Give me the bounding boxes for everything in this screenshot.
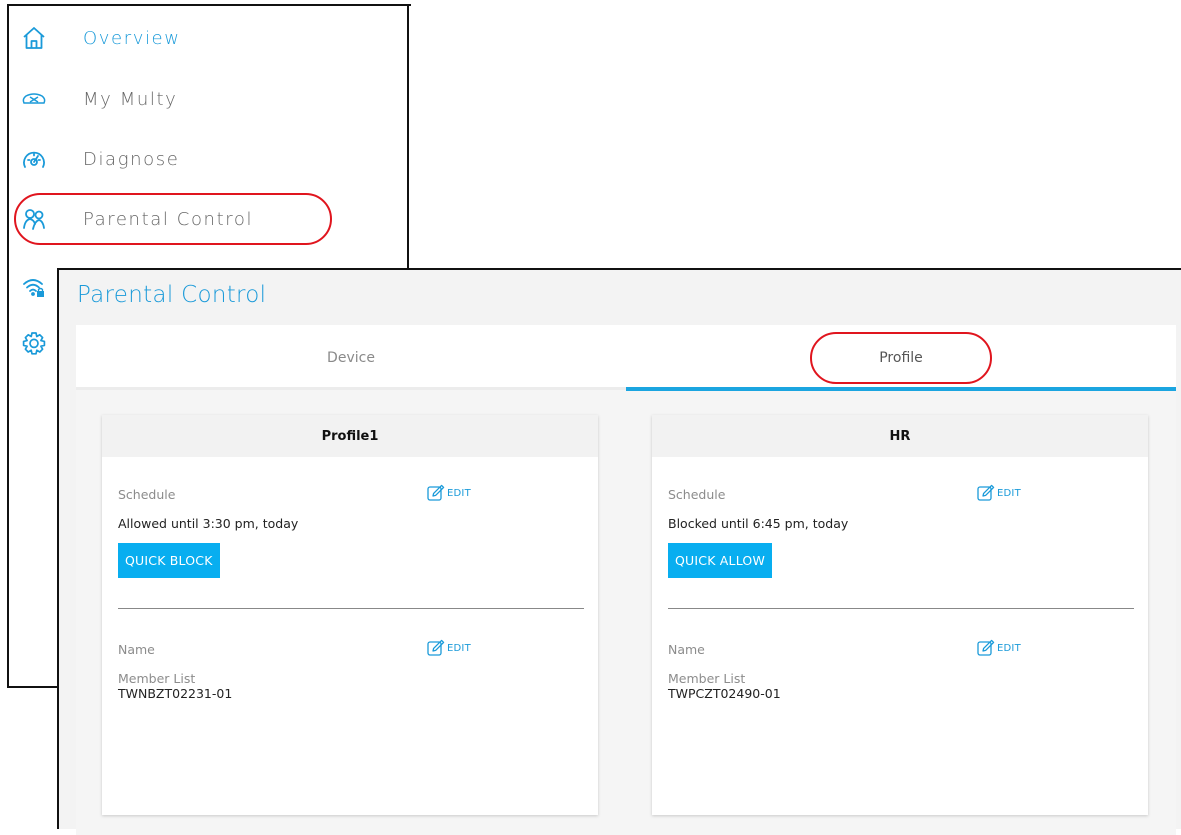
profile-card: HR Schedule EDIT Blocked until 6:45 pm, … (652, 415, 1148, 815)
edit-label: EDIT (997, 642, 1021, 654)
edit-label: EDIT (997, 487, 1021, 499)
parental-control-icon (21, 206, 47, 232)
name-label: Name (668, 642, 705, 657)
name-label: Name (118, 642, 155, 657)
edit-icon (977, 639, 995, 656)
content-area: Device Profile Profile1 Schedule EDIT Al… (76, 325, 1176, 835)
menu-item-label: Parental Control (83, 208, 254, 230)
schedule-edit-button[interactable]: EDIT (427, 484, 471, 502)
edit-icon (427, 639, 445, 656)
name-edit-button[interactable]: EDIT (977, 639, 1021, 657)
profile-card-title: HR (652, 415, 1148, 457)
member-list-label: Member List (668, 671, 746, 686)
quick-block-button[interactable]: QUICK BLOCK (118, 543, 220, 578)
schedule-status: Blocked until 6:45 pm, today (668, 516, 849, 531)
schedule-label: Schedule (118, 487, 176, 502)
page-title: Parental Control (77, 282, 267, 308)
profile-card-title: Profile1 (102, 415, 598, 457)
tab-underline (76, 387, 626, 390)
schedule-label: Schedule (668, 487, 726, 502)
edit-icon (977, 484, 995, 501)
menu-item-label: Diagnose (83, 148, 180, 170)
name-edit-button[interactable]: EDIT (427, 639, 471, 657)
schedule-edit-button[interactable]: EDIT (977, 484, 1021, 502)
wifi-lock-icon (21, 275, 47, 301)
edit-label: EDIT (447, 642, 471, 654)
quick-allow-button[interactable]: QUICK ALLOW (668, 543, 773, 578)
divider (668, 608, 1134, 609)
tab-active-indicator (626, 387, 1176, 391)
profile-card: Profile1 Schedule EDIT Allowed until 3:3… (102, 415, 598, 815)
tab-bar: Device Profile (76, 325, 1176, 391)
member-list-label: Member List (118, 671, 196, 686)
schedule-status: Allowed until 3:30 pm, today (118, 516, 299, 531)
member-list-item: TWNBZT02231-01 (118, 686, 233, 701)
tab-profile[interactable]: Profile (626, 325, 1176, 390)
main-panel: Parental Control Device Profile Profile1… (57, 268, 1181, 835)
edit-label: EDIT (447, 487, 471, 499)
menu-item-label: My Multy (83, 88, 178, 110)
gear-icon (21, 331, 47, 357)
home-icon (21, 25, 47, 51)
multy-device-icon (21, 86, 47, 112)
speedometer-icon (21, 146, 47, 172)
divider (118, 608, 584, 609)
menu-item-label: Overview (83, 27, 181, 49)
member-list-item: TWPCZT02490-01 (668, 686, 781, 701)
tab-device[interactable]: Device (76, 325, 626, 390)
edit-icon (427, 484, 445, 501)
